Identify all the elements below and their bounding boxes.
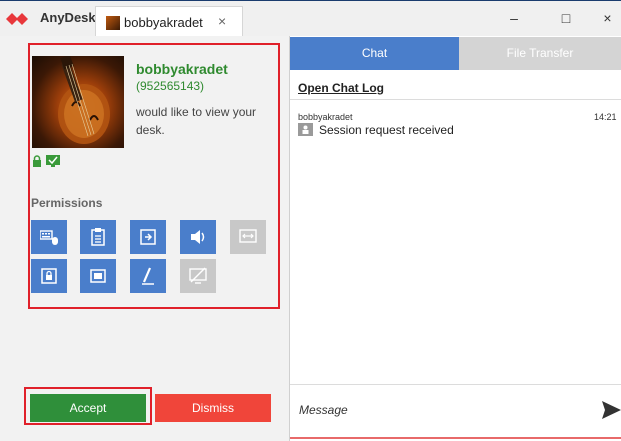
avatar [32,56,124,148]
permission-keyboard-mouse-button[interactable] [31,220,67,254]
app-name: AnyDesk [40,10,96,25]
guitar-picture-icon [58,56,110,144]
lock-icon [33,155,41,167]
anydesk-logo-icon [6,13,28,25]
clipboard-icon [91,228,105,246]
chat-message-time: 14:21 [594,112,617,122]
chat-message-text: Session request received [319,123,454,137]
close-tab-icon[interactable]: × [218,13,226,29]
request-message: would like to view your desk. [136,105,257,137]
permission-lock-desk-button[interactable] [31,259,67,293]
file-manager-icon [140,229,156,245]
permission-privacy-mode-button[interactable] [180,259,216,293]
privacy-mode-icon [189,267,207,284]
permission-record-session-button[interactable] [80,259,116,293]
session-tab-label: bobbyakradet [124,15,203,30]
draw-icon [142,267,154,285]
requester-name: bobbyakradet [136,61,228,77]
monitor-check-icon [46,155,60,167]
speaker-icon [191,230,205,244]
tab-avatar [106,16,120,30]
session-tab[interactable]: bobbyakradet × [95,6,243,37]
keyboard-mouse-icon [40,230,58,245]
chat-panel [289,36,621,441]
permission-file-manager-button[interactable] [130,220,166,254]
maximize-button[interactable]: □ [548,4,584,32]
divider [290,99,621,100]
tab-file-transfer[interactable]: File Transfer [459,37,621,70]
lock-desk-icon [41,268,57,284]
dismiss-button[interactable]: Dismiss [155,394,271,422]
chat-message-sender: bobbyakradet [298,112,353,122]
close-window-button[interactable]: × [594,4,621,32]
minimize-button[interactable]: – [496,4,532,32]
requester-id: (952565143) [136,79,205,93]
control-switch-icon [239,229,257,243]
permission-draw-button[interactable] [130,259,166,293]
send-icon[interactable] [602,401,621,419]
permission-clipboard-button[interactable] [80,220,116,254]
accept-button[interactable]: Accept [30,394,146,422]
bottom-accent-line [290,437,621,439]
session-request-icon [298,123,313,136]
tab-chat[interactable]: Chat [290,37,459,70]
message-input[interactable] [290,385,590,435]
permission-control-switch-button[interactable] [230,220,266,254]
permission-sound-button[interactable] [180,220,216,254]
open-chat-log-link[interactable]: Open Chat Log [298,81,384,95]
permissions-heading: Permissions [31,196,103,210]
record-session-icon [90,269,106,283]
